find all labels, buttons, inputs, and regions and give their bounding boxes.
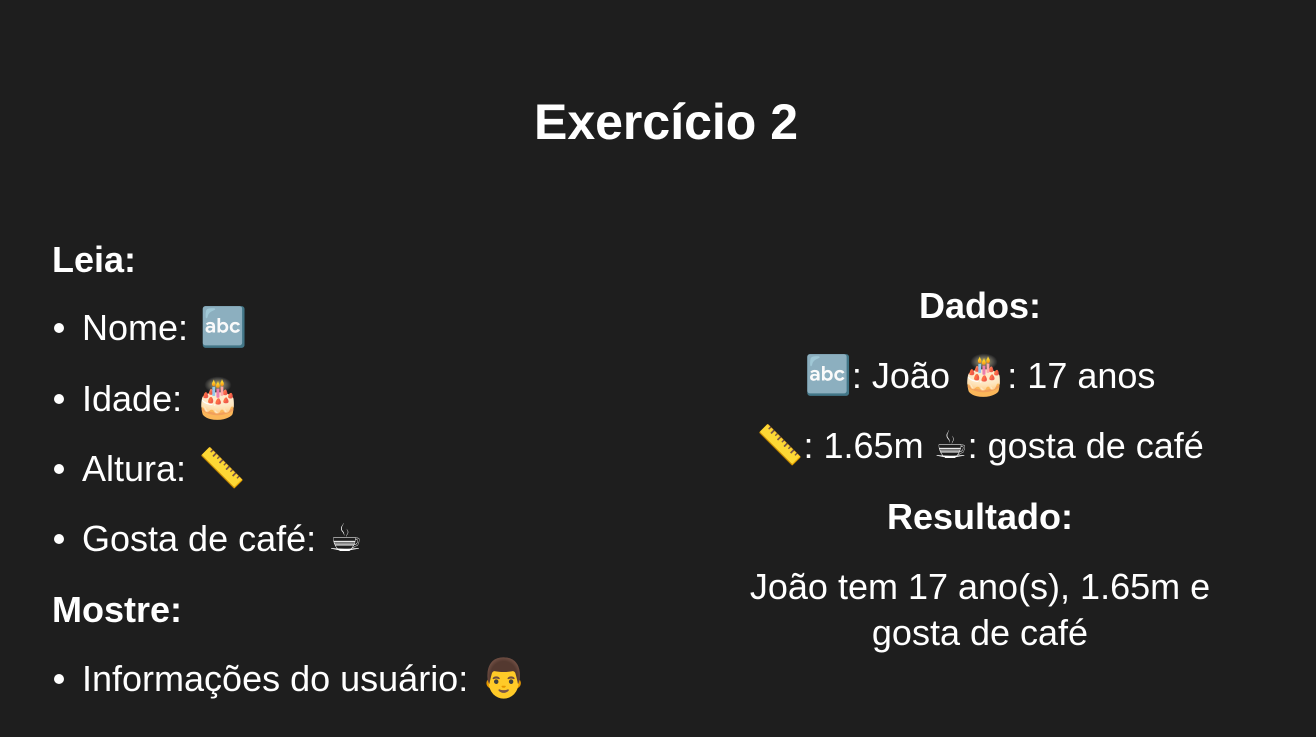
result-line-2: gosta de café <box>871 612 1089 653</box>
birthday-cake-icon: 🎂 <box>194 378 242 420</box>
bullet-icon <box>54 534 64 544</box>
data-line-height-coffee: 📏: 1.65m ☕: gosta de café <box>700 423 1260 469</box>
bullet-icon <box>54 323 64 333</box>
data-coffee-value: : gosta de café <box>967 425 1204 466</box>
bullet-icon <box>54 464 64 474</box>
data-heading: Dados: <box>918 285 1041 326</box>
man-icon: 👨 <box>480 658 528 700</box>
show-item-user-info: Informações do usuário: 👨 <box>52 656 528 702</box>
read-item-label: Gosta de café: <box>82 518 317 559</box>
show-item-label: Informações do usuário: <box>82 658 469 699</box>
ruler-icon: 📏 <box>756 425 804 467</box>
data-line-name-age: 🔤: João 🎂: 17 anos <box>700 353 1260 399</box>
result-line-1: João tem 17 ano(s), 1.65m e <box>749 566 1211 607</box>
read-item-label: Nome: <box>82 307 189 348</box>
birthday-cake-icon: 🎂 <box>959 355 1008 397</box>
abc-icon: 🔤 <box>200 307 248 349</box>
slide-title: Exercício 2 <box>533 94 799 150</box>
read-item-label: Altura: <box>82 448 187 489</box>
bullet-icon <box>54 394 64 404</box>
data-name-value: : João <box>851 355 960 396</box>
abc-icon: 🔤 <box>804 355 852 397</box>
data-age-value: : 17 anos <box>1007 355 1156 396</box>
ruler-icon: 📏 <box>198 448 246 490</box>
read-item-altura: Altura: 📏 <box>52 446 245 492</box>
coffee-icon: ☕ <box>933 425 968 467</box>
show-heading: Mostre: <box>52 589 183 630</box>
read-item-nome: Nome: 🔤 <box>52 305 247 351</box>
read-item-label: Idade: <box>82 378 183 419</box>
read-item-gosta-de-cafe: Gosta de café: ☕ <box>52 516 362 562</box>
bullet-icon <box>54 674 64 684</box>
coffee-icon: ☕ <box>328 518 363 560</box>
result-heading: Resultado: <box>886 496 1073 537</box>
read-heading: Leia: <box>52 239 137 280</box>
data-height-value: : 1.65m <box>803 425 934 466</box>
read-item-idade: Idade: 🎂 <box>52 376 241 422</box>
